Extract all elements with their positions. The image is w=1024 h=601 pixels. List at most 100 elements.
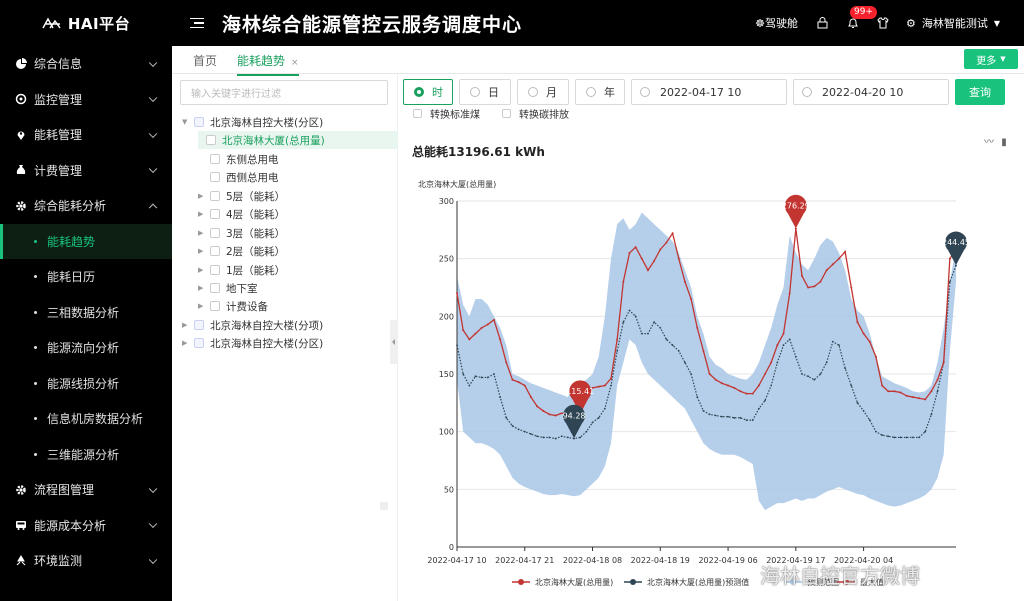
tree-node[interactable]: ▶ 3层（能耗） (198, 224, 285, 242)
checkbox-icon[interactable] (210, 209, 220, 219)
recycle-icon (14, 554, 28, 568)
checkbox-icon[interactable] (194, 117, 204, 127)
granularity-year[interactable]: 年 (575, 79, 625, 105)
sidebar-item-sidebar-bottom_items-1[interactable]: 能源成本分析 (0, 508, 172, 544)
tree-node[interactable]: 东侧总用电 (198, 150, 279, 168)
x-tick-label: 2022-04-18 19 (631, 556, 690, 565)
caret-right-icon[interactable]: ▶ (198, 192, 206, 200)
caret-right-icon[interactable]: ▶ (198, 302, 206, 310)
tree-node[interactable]: ▶ 计费设备 (198, 297, 268, 315)
y-tick-label: 150 (439, 370, 454, 379)
tree-node[interactable]: ▶ 北京海林自控大楼(分区) (182, 334, 323, 352)
tree-node[interactable]: ▶ 1层（能耗） (198, 261, 285, 279)
tree-node[interactable]: 西侧总用电 (198, 168, 279, 186)
tree-node[interactable]: ▶ 地下室 (198, 279, 258, 297)
checkbox-icon[interactable] (206, 135, 216, 145)
actual-point (813, 285, 816, 288)
tab-home[interactable]: 首页 (193, 52, 217, 69)
tree-node[interactable]: ▶ 4层（能耗） (198, 205, 285, 223)
tree-node[interactable]: 北京海林大厦(总用量) (198, 131, 398, 149)
checkbox-icon[interactable] (210, 265, 220, 275)
actual-point (881, 384, 884, 387)
checkbox-icon[interactable] (194, 338, 204, 348)
forecast-point (554, 437, 557, 440)
tab-energy-trend[interactable]: 能耗趋势 × (237, 52, 299, 76)
actual-point (948, 257, 951, 260)
caret-right-icon[interactable]: ▶ (198, 266, 206, 274)
marker-pin (945, 231, 967, 266)
checkbox-icon[interactable] (210, 154, 220, 164)
bullet-icon (34, 346, 37, 350)
caret-right-icon[interactable]: ▶ (182, 321, 190, 329)
more-button[interactable]: 更多 ▼ (964, 49, 1018, 69)
actual-point (616, 338, 619, 341)
caret-right-icon[interactable]: ▶ (198, 210, 206, 218)
checkbox-icon[interactable] (210, 172, 220, 182)
bar-chart-icon[interactable]: ▮ (1001, 137, 1007, 148)
forecast-point (579, 436, 582, 439)
lock-icon[interactable] (816, 16, 830, 30)
actual-point (770, 361, 773, 364)
sidebar-subitem-4[interactable]: 能源线损分析 (0, 366, 172, 402)
notification-badge: 99+ (849, 6, 877, 19)
checkbox-icon[interactable] (210, 301, 220, 311)
checkbox-icon[interactable] (210, 246, 220, 256)
user-menu[interactable]: ⚙ 海林智能测试 ▼ (906, 15, 1000, 31)
cabin-button[interactable]: ☸驾驶舱 (755, 15, 798, 31)
query-button[interactable]: 查询 (955, 79, 1005, 105)
checkbox-icon[interactable] (210, 191, 220, 201)
convert-coal-checkbox[interactable]: 转换标准煤 (413, 106, 480, 121)
actual-point (486, 323, 489, 326)
checkbox-icon[interactable] (210, 228, 220, 238)
sidebar-subitem-5[interactable]: 信息机房数据分析 (0, 401, 172, 437)
line-chart-icon[interactable]: 〰 (984, 137, 994, 148)
tree-node[interactable]: ▼ 北京海林自控大楼(分区) (182, 113, 323, 131)
sidebar-subitem-label: 能源线损分析 (47, 376, 120, 391)
forecast-point (499, 396, 502, 398)
tree-search-input[interactable]: 输入关键字进行过滤 (180, 80, 388, 105)
forecast-point (616, 350, 619, 352)
logo-icon (42, 16, 64, 30)
sidebar-item-sidebar-items-0[interactable]: 综合信息 (0, 46, 172, 82)
sidebar-item-sidebar-items-4[interactable]: 综合能耗分析 (0, 188, 172, 224)
money-bag-icon (14, 163, 28, 177)
sidebar-item-sidebar-bottom_items-0[interactable]: 流程图管理 (0, 472, 172, 508)
caret-right-icon[interactable]: ▶ (198, 229, 206, 237)
tree-node[interactable]: ▶ 5层（能耗） (198, 187, 285, 205)
sidebar-subitem-0[interactable]: 能耗趋势 (0, 223, 172, 259)
sidebar-item-sidebar-bottom_items-2[interactable]: 环境监测 (0, 543, 172, 579)
actual-point (874, 355, 877, 358)
tree-node[interactable]: ▶ 2层（能耗） (198, 242, 285, 260)
sidebar-subitem-1[interactable]: 能耗日历 (0, 259, 172, 295)
caret-right-icon[interactable]: ▶ (198, 284, 206, 292)
shirt-icon[interactable] (876, 16, 890, 30)
caret-right-icon[interactable]: ▶ (198, 247, 206, 255)
sidebar-item-sidebar-items-3[interactable]: 计费管理 (0, 153, 172, 189)
convert-carbon-checkbox[interactable]: 转换碳排放 (502, 106, 569, 121)
panel-collapse-handle[interactable] (390, 320, 398, 364)
sidebar-item-sidebar-items-2[interactable]: 能耗管理 (0, 117, 172, 153)
sidebar-item-label: 综合信息 (34, 57, 83, 72)
sidebar-subitem-6[interactable]: 三维能源分析 (0, 437, 172, 473)
caret-right-icon[interactable]: ▶ (182, 339, 190, 347)
start-date-input[interactable]: 2022-04-17 10 (631, 79, 787, 105)
sidebar-subitem-3[interactable]: 能源流向分析 (0, 330, 172, 366)
close-icon[interactable]: × (291, 58, 299, 68)
granularity-month[interactable]: 月 (517, 79, 569, 105)
caret-down-icon[interactable]: ▼ (182, 118, 190, 126)
actual-point (782, 332, 785, 335)
end-date-value: 2022-04-20 10 (822, 85, 904, 99)
chevron-down-icon: ▼ (1000, 55, 1006, 63)
menu-toggle-icon[interactable] (190, 15, 204, 32)
granularity-hour[interactable]: 时 (403, 79, 453, 105)
y-tick-label: 250 (439, 255, 454, 264)
tree-node[interactable]: ▶ 北京海林自控大楼(分项) (182, 316, 323, 334)
bell-icon[interactable]: 99+ (846, 6, 877, 30)
y-tick-label: 300 (439, 197, 454, 206)
checkbox-icon[interactable] (194, 320, 204, 330)
end-date-input[interactable]: 2022-04-20 10 (793, 79, 949, 105)
granularity-day[interactable]: 日 (459, 79, 511, 105)
checkbox-icon[interactable] (210, 283, 220, 293)
sidebar-subitem-2[interactable]: 三相数据分析 (0, 295, 172, 331)
sidebar-item-sidebar-items-1[interactable]: 监控管理 (0, 82, 172, 118)
